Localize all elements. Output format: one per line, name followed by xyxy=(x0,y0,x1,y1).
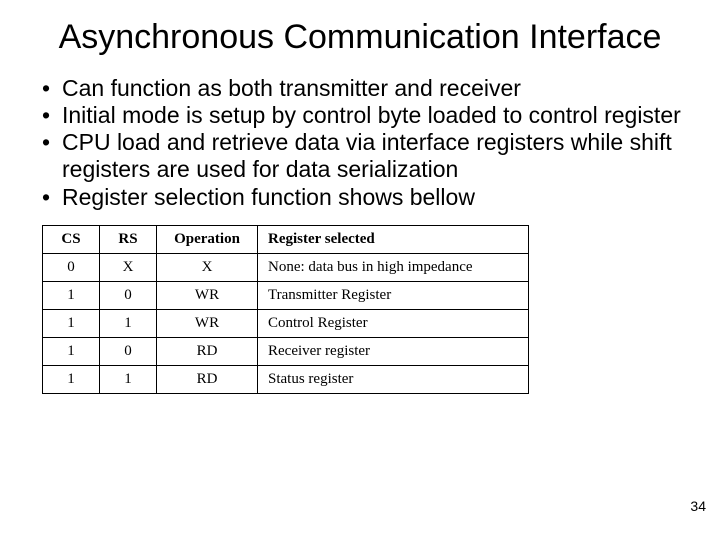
table-row: 1 1 RD Status register xyxy=(43,365,529,393)
cell-rs: 1 xyxy=(100,309,157,337)
cell-op: WR xyxy=(157,281,258,309)
col-header-rs: RS xyxy=(100,225,157,253)
cell-sel: Transmitter Register xyxy=(258,281,529,309)
cell-rs: 0 xyxy=(100,281,157,309)
cell-op: RD xyxy=(157,337,258,365)
col-header-sel: Register selected xyxy=(258,225,529,253)
cell-rs: X xyxy=(100,253,157,281)
cell-sel: Control Register xyxy=(258,309,529,337)
page-number: 34 xyxy=(690,498,706,514)
table-row: 1 0 RD Receiver register xyxy=(43,337,529,365)
table-row: 1 1 WR Control Register xyxy=(43,309,529,337)
cell-cs: 0 xyxy=(43,253,100,281)
list-item: Can function as both transmitter and rec… xyxy=(36,75,684,102)
cell-sel: None: data bus in high impedance xyxy=(258,253,529,281)
cell-op: WR xyxy=(157,309,258,337)
cell-rs: 1 xyxy=(100,365,157,393)
col-header-cs: CS xyxy=(43,225,100,253)
table-row: 0 X X None: data bus in high impedance xyxy=(43,253,529,281)
slide: Asynchronous Communication Interface Can… xyxy=(0,0,720,540)
cell-op: X xyxy=(157,253,258,281)
cell-cs: 1 xyxy=(43,365,100,393)
cell-cs: 1 xyxy=(43,309,100,337)
col-header-op: Operation xyxy=(157,225,258,253)
list-item: Register selection function shows bellow xyxy=(36,184,684,211)
page-title: Asynchronous Communication Interface xyxy=(36,18,684,57)
cell-op: RD xyxy=(157,365,258,393)
cell-cs: 1 xyxy=(43,281,100,309)
cell-sel: Status register xyxy=(258,365,529,393)
cell-sel: Receiver register xyxy=(258,337,529,365)
cell-cs: 1 xyxy=(43,337,100,365)
list-item: Initial mode is setup by control byte lo… xyxy=(36,102,684,129)
cell-rs: 0 xyxy=(100,337,157,365)
list-item: CPU load and retrieve data via interface… xyxy=(36,129,684,183)
table-row: 1 0 WR Transmitter Register xyxy=(43,281,529,309)
table-header-row: CS RS Operation Register selected xyxy=(43,225,529,253)
register-table: CS RS Operation Register selected 0 X X … xyxy=(42,225,529,394)
bullet-list: Can function as both transmitter and rec… xyxy=(36,75,684,211)
